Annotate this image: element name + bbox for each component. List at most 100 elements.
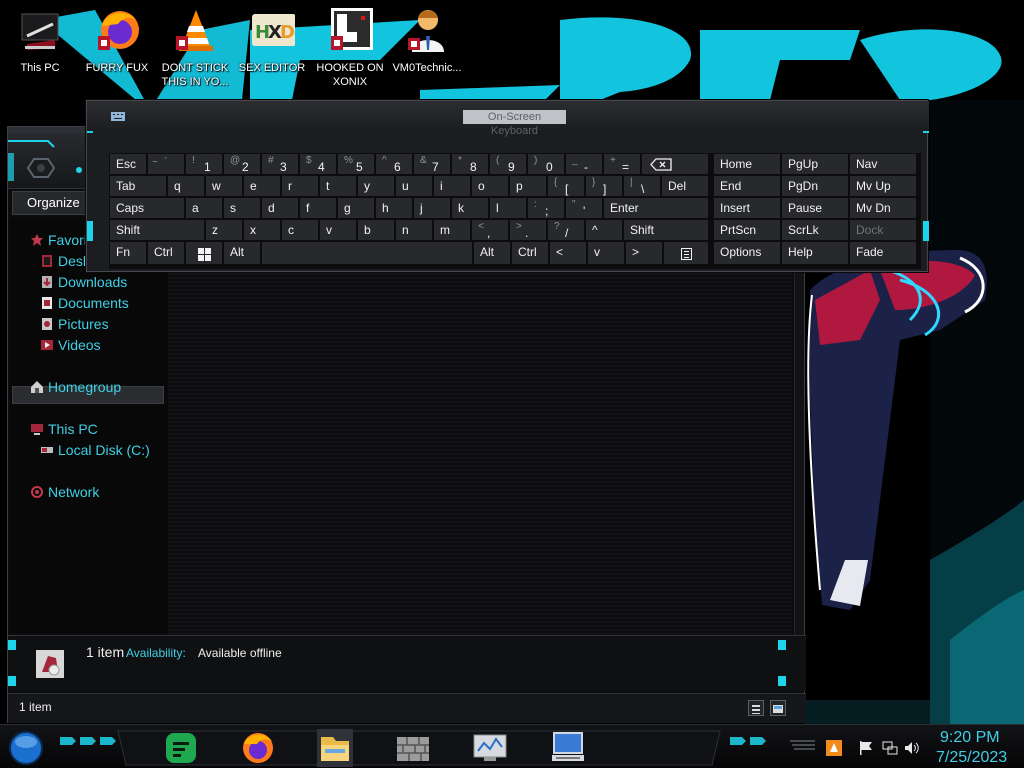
key-y[interactable]: y <box>357 175 395 197</box>
key-right-alt[interactable]: Alt <box>473 241 511 265</box>
key-3[interactable]: #3 <box>261 153 299 175</box>
key-end[interactable]: End <box>713 175 781 197</box>
key-h[interactable]: h <box>375 197 413 219</box>
key-4[interactable]: $4 <box>299 153 337 175</box>
action-center-flag-icon[interactable] <box>858 740 874 756</box>
key-esc[interactable]: Esc <box>109 153 147 175</box>
key-d[interactable]: d <box>261 197 299 219</box>
key-backslash[interactable]: | \ <box>623 175 661 197</box>
key-5[interactable]: % 5 <box>337 153 375 175</box>
desktop-icon-hooked-on-xonix[interactable]: HOOKED ON XONIX <box>310 4 390 92</box>
desktop-icon-vm0technic[interactable]: VM0Technic... <box>387 4 467 92</box>
key-9[interactable]: (9 <box>489 153 527 175</box>
remote-desktop-icon[interactable] <box>544 729 592 767</box>
key-right-ctrl[interactable]: Ctrl <box>511 241 549 265</box>
key-b[interactable]: b <box>357 219 395 241</box>
key-up-arrow[interactable]: ^ <box>585 219 623 241</box>
key-minus[interactable]: _ - <box>565 153 603 175</box>
key-nav[interactable]: Nav <box>849 153 917 175</box>
key-windows[interactable] <box>185 241 223 265</box>
key-2[interactable]: @2 <box>223 153 261 175</box>
key-move-up[interactable]: Mv Up <box>849 175 917 197</box>
key-p[interactable]: p <box>509 175 547 197</box>
key-page-down[interactable]: PgDn <box>781 175 849 197</box>
clock-date[interactable]: 7/25/2023 <box>936 749 1007 767</box>
key-help[interactable]: Help <box>781 241 849 265</box>
key-left-shift[interactable]: Shift <box>109 219 205 241</box>
key-a[interactable]: a <box>185 197 223 219</box>
key-right-bracket[interactable]: }] <box>585 175 623 197</box>
back-forward-icon[interactable] <box>24 157 58 179</box>
desktop-icon-sex-editor[interactable]: H X D SEX EDITOR <box>232 4 312 92</box>
key-j[interactable]: j <box>413 197 451 219</box>
key-fade[interactable]: Fade <box>849 241 917 265</box>
key-enter[interactable]: Enter <box>603 197 709 219</box>
key-l[interactable]: l <box>489 197 527 219</box>
key-fn[interactable]: Fn <box>109 241 147 265</box>
key-dock[interactable]: Dock <box>849 219 917 241</box>
desktop-icon-furry-fux[interactable]: FURRY FUX <box>77 4 157 92</box>
key-menu[interactable] <box>663 241 709 265</box>
desktop-icon-this-pc[interactable]: This PC <box>0 4 80 92</box>
volume-icon[interactable] <box>904 740 920 756</box>
key-z[interactable]: z <box>205 219 243 241</box>
key-c[interactable]: c <box>281 219 319 241</box>
key-options[interactable]: Options <box>713 241 781 265</box>
large-icons-view-button[interactable] <box>770 700 786 716</box>
key-backspace[interactable] <box>641 153 709 175</box>
notification-app-icon[interactable] <box>826 740 842 756</box>
key-f[interactable]: f <box>299 197 337 219</box>
key-space[interactable] <box>261 241 473 265</box>
key-6[interactable]: ^ 6 <box>375 153 413 175</box>
osk-title-bar[interactable]: On-Screen Keyboard <box>87 101 929 137</box>
key-t[interactable]: t <box>319 175 357 197</box>
vertical-scrollbar[interactable] <box>794 263 804 635</box>
key-print-screen[interactable]: PrtScn <box>713 219 781 241</box>
key-x[interactable]: x <box>243 219 281 241</box>
key-v[interactable]: v <box>319 219 357 241</box>
key-left-ctrl[interactable]: Ctrl <box>147 241 185 265</box>
key-semicolon[interactable]: :; <box>527 197 565 219</box>
desktop-icon-dont-stick[interactable]: DONT STICK THIS IN YO... <box>155 4 235 92</box>
key-left-alt[interactable]: Alt <box>223 241 261 265</box>
key-slash[interactable]: ? / <box>547 219 585 241</box>
key-home[interactable]: Home <box>713 153 781 175</box>
key-quote[interactable]: " ' <box>565 197 603 219</box>
key-u[interactable]: u <box>395 175 433 197</box>
key-g[interactable]: g <box>337 197 375 219</box>
key-0[interactable]: ) 0 <box>527 153 565 175</box>
key-m[interactable]: m <box>433 219 471 241</box>
firewall-icon[interactable] <box>389 729 437 767</box>
key-equals[interactable]: + = <box>603 153 641 175</box>
key-left-bracket[interactable]: {[ <box>547 175 585 197</box>
key-left-arrow[interactable]: < <box>549 241 587 265</box>
key-page-up[interactable]: PgUp <box>781 153 849 175</box>
key-scroll-lock[interactable]: ScrLk <box>781 219 849 241</box>
key-delete[interactable]: Del <box>661 175 709 197</box>
key-s[interactable]: s <box>223 197 261 219</box>
key-o[interactable]: o <box>471 175 509 197</box>
key-move-down[interactable]: Mv Dn <box>849 197 917 219</box>
key-e[interactable]: e <box>243 175 281 197</box>
key-tilde[interactable]: ~ ` <box>147 153 185 175</box>
network-status-icon[interactable] <box>882 740 898 756</box>
file-list-pane[interactable] <box>168 263 792 635</box>
firefox-icon[interactable] <box>234 729 282 767</box>
key-i[interactable]: i <box>433 175 471 197</box>
key-7[interactable]: & 7 <box>413 153 451 175</box>
key-down-arrow[interactable]: v <box>587 241 625 265</box>
key-insert[interactable]: Insert <box>713 197 781 219</box>
key-comma[interactable]: <, <box>471 219 509 241</box>
key-tab[interactable]: Tab <box>109 175 167 197</box>
notes-app-icon[interactable] <box>156 729 204 767</box>
key-k[interactable]: k <box>451 197 489 219</box>
key-8[interactable]: * 8 <box>451 153 489 175</box>
key-n[interactable]: n <box>395 219 433 241</box>
key-q[interactable]: q <box>167 175 205 197</box>
key-w[interactable]: w <box>205 175 243 197</box>
file-explorer-icon[interactable] <box>311 729 359 767</box>
key-caps-lock[interactable]: Caps <box>109 197 185 219</box>
details-view-button[interactable] <box>748 700 764 716</box>
monitor-app-icon[interactable] <box>466 729 514 767</box>
key-right-shift[interactable]: Shift <box>623 219 709 241</box>
